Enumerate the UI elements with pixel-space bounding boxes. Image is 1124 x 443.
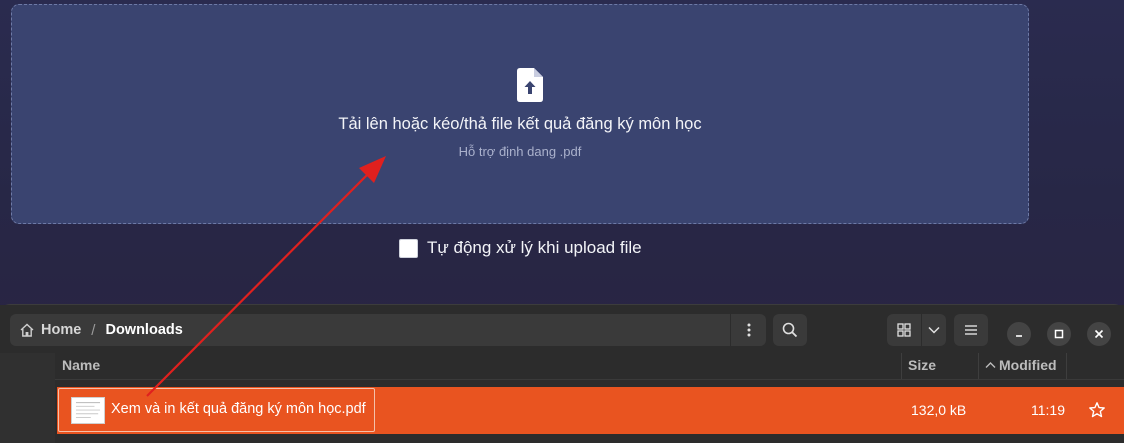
column-header-modified[interactable]: Modified: [985, 357, 1057, 373]
auto-process-checkbox[interactable]: [399, 238, 418, 258]
column-header-name[interactable]: Name: [62, 357, 100, 373]
breadcrumb-home[interactable]: Home: [41, 322, 81, 338]
column-divider[interactable]: [978, 353, 979, 379]
maximize-icon: [1054, 329, 1064, 339]
file-manager-window: Home / Downloads Name Size Modified Xem …: [0, 304, 1124, 443]
minimize-button[interactable]: [1007, 322, 1031, 346]
grid-view-button[interactable]: [887, 314, 921, 346]
header-divider: [55, 379, 1124, 380]
auto-process-label[interactable]: Tự động xử lý khi upload file: [427, 238, 642, 258]
list-view-button[interactable]: [954, 314, 988, 346]
upload-subtitle: Hỗ trợ định dang .pdf: [458, 144, 582, 159]
grid-view-icon: [897, 323, 911, 337]
column-header-size[interactable]: Size: [908, 357, 936, 373]
places-sidebar[interactable]: [0, 353, 55, 443]
menu-icon: [747, 323, 750, 337]
maximize-button[interactable]: [1047, 322, 1071, 346]
file-row-selected[interactable]: Xem và in kết quả đăng ký môn học.pdf 13…: [57, 387, 1124, 434]
home-icon[interactable]: [19, 322, 35, 338]
search-button[interactable]: [773, 314, 807, 346]
search-icon: [782, 322, 798, 338]
column-header-bar: Name Size Modified: [55, 353, 1124, 379]
path-menu-button[interactable]: [731, 314, 766, 346]
file-manager-headerbar: Home / Downloads: [0, 305, 1124, 353]
breadcrumb-current[interactable]: Downloads: [105, 322, 182, 338]
path-bar[interactable]: Home / Downloads: [10, 314, 766, 346]
auto-process-option[interactable]: Tự động xử lý khi upload file: [399, 237, 642, 259]
close-icon: [1094, 329, 1104, 339]
column-divider[interactable]: [901, 353, 902, 379]
list-view-icon: [965, 325, 977, 335]
file-size: 132,0 kB: [911, 402, 967, 418]
chevron-down-icon: [928, 326, 940, 334]
pdf-thumbnail-icon: [71, 397, 105, 424]
upload-title: Tải lên hoặc kéo/thả file kết quả đăng k…: [338, 115, 702, 133]
breadcrumb-separator: /: [91, 321, 96, 339]
star-icon[interactable]: [1088, 401, 1106, 419]
file-upload-icon: [517, 68, 543, 102]
file-name[interactable]: Xem và in kết quả đăng ký môn học.pdf: [111, 401, 366, 417]
file-modified: 11:19: [1031, 402, 1065, 418]
close-button[interactable]: [1087, 322, 1111, 346]
upload-dropzone[interactable]: Tải lên hoặc kéo/thả file kết quả đăng k…: [11, 4, 1029, 224]
sort-ascending-icon: [985, 362, 996, 368]
minimize-icon: [1016, 335, 1022, 337]
column-divider[interactable]: [1066, 353, 1067, 379]
view-options-dropdown[interactable]: [922, 314, 946, 346]
